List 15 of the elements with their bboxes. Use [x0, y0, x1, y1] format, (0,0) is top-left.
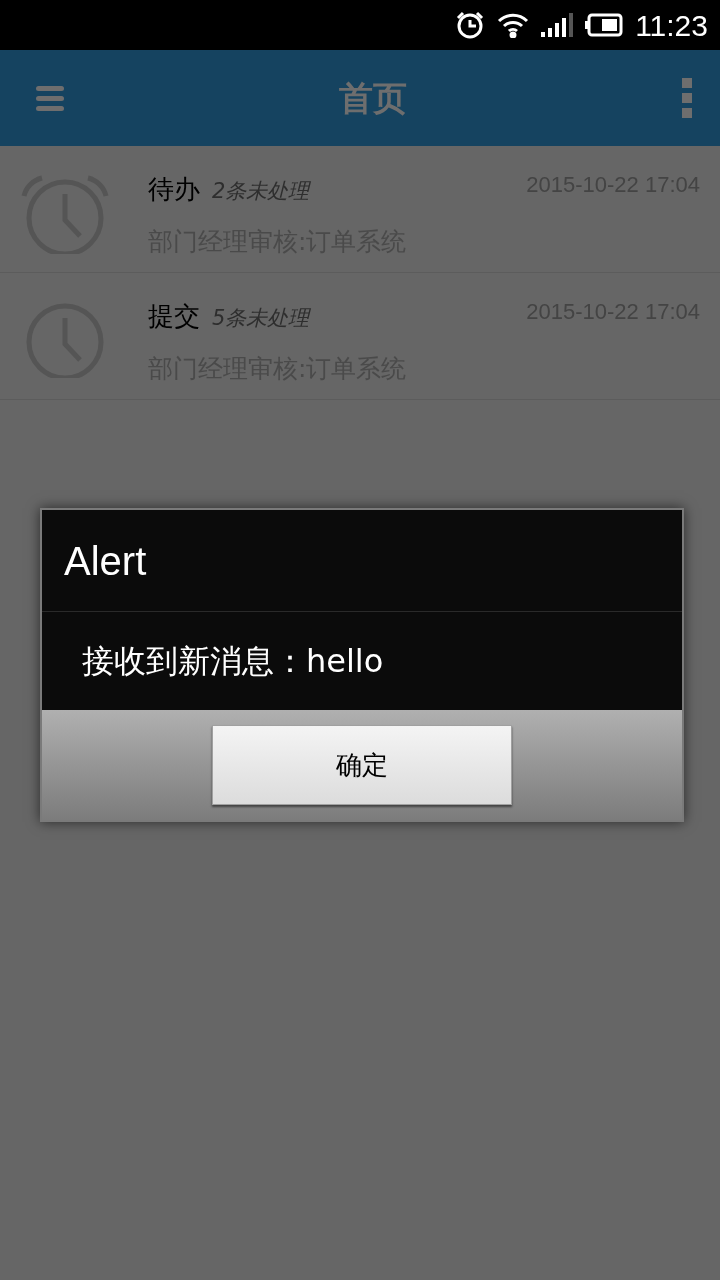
- wifi-icon: [497, 12, 530, 38]
- clock-time: 11:23: [635, 7, 708, 44]
- signal-icon: [541, 12, 574, 38]
- battery-icon: [585, 13, 624, 37]
- alarm-icon: [455, 11, 486, 39]
- dialog-title: Alert: [64, 537, 147, 585]
- more-options-button[interactable]: [682, 78, 692, 118]
- page-title: 首页: [339, 76, 407, 120]
- item-title: 待办: [148, 173, 200, 206]
- menu-button[interactable]: [36, 85, 64, 111]
- item-count: 2条未处理: [212, 178, 310, 205]
- item-title: 提交: [148, 300, 200, 333]
- ok-button[interactable]: 确定: [212, 725, 512, 805]
- dialog-message: 接收到新消息：hello: [82, 641, 384, 682]
- item-count: 5条未处理: [212, 305, 310, 332]
